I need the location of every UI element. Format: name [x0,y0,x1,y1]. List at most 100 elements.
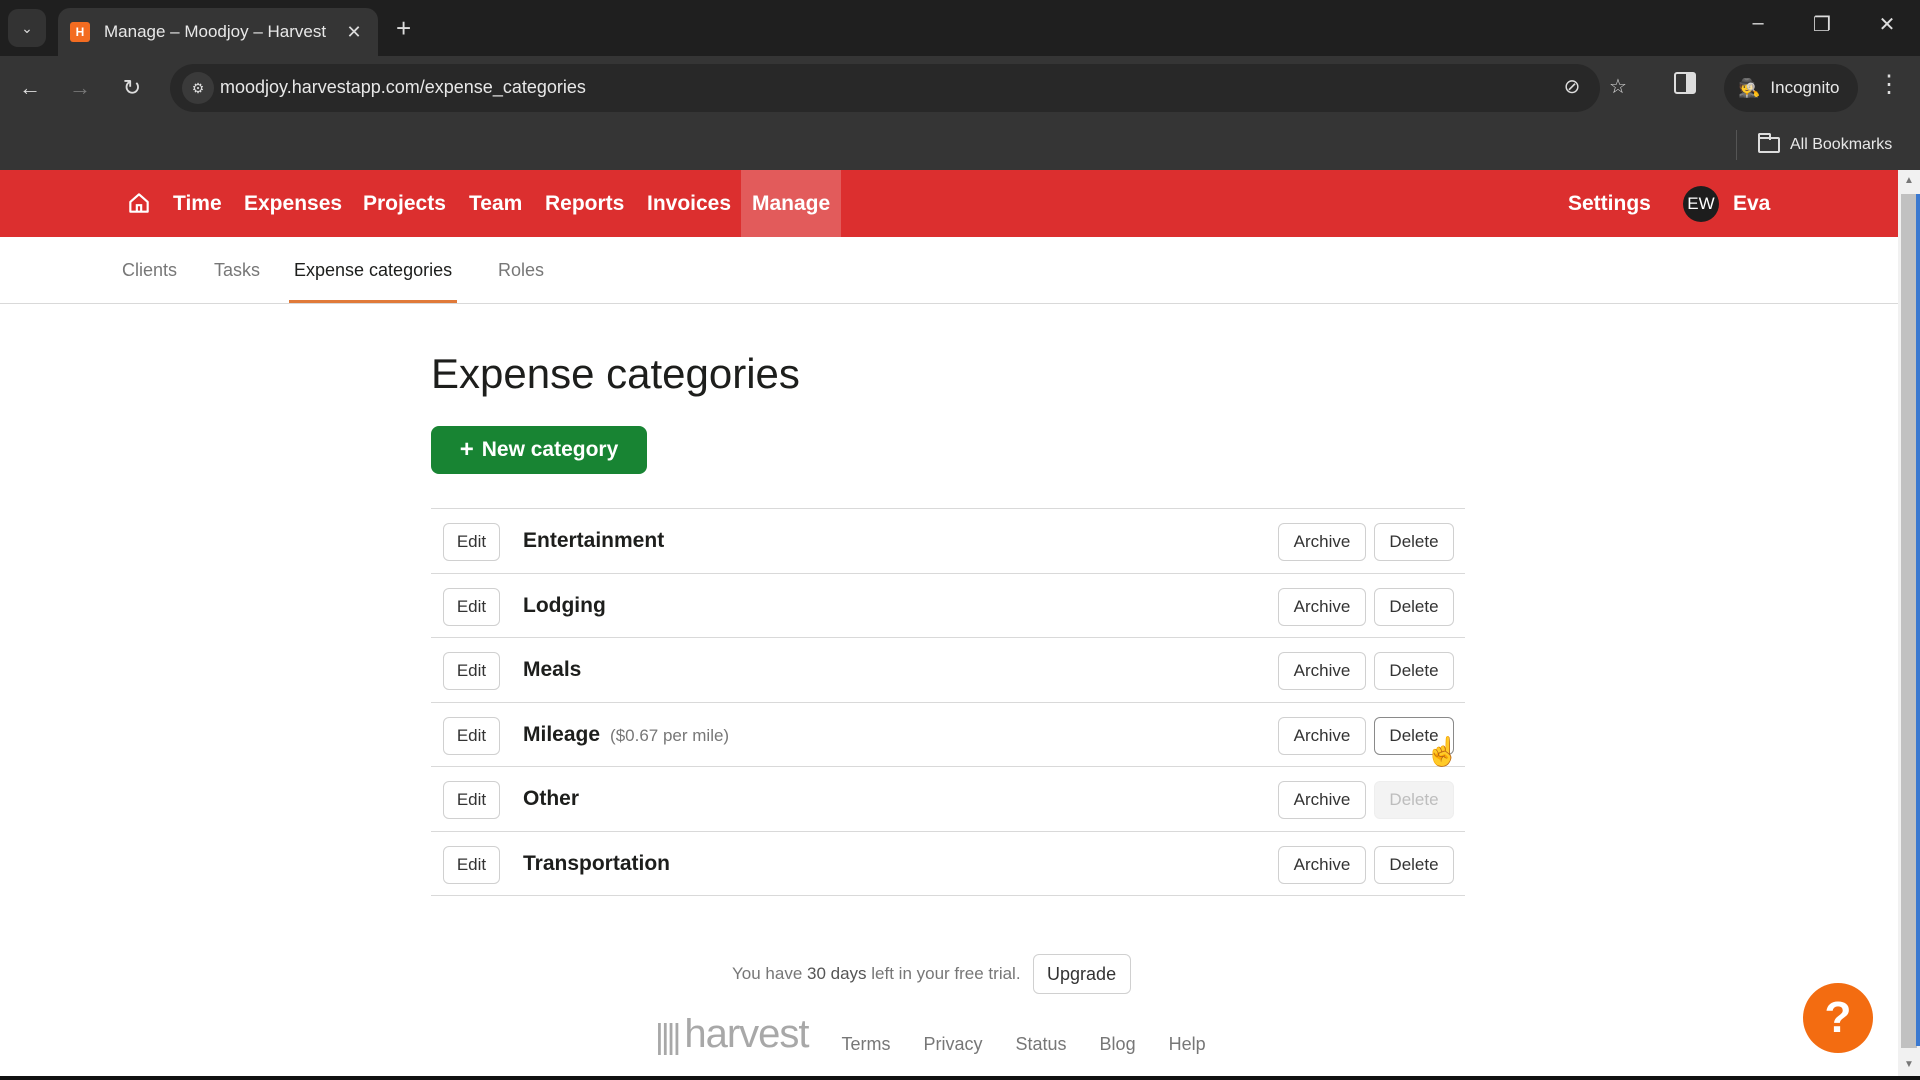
trial-days: 30 days [807,964,867,983]
side-panel-icon[interactable] [1674,72,1696,94]
delete-button[interactable]: Delete [1374,652,1454,690]
nav-manage[interactable]: Manage [741,170,842,237]
tab-clients[interactable]: Clients [117,237,182,303]
archive-button[interactable]: Archive [1278,587,1366,626]
new-tab-button[interactable]: + [396,14,411,42]
help-button[interactable]: ? [1803,983,1873,1053]
eye-off-icon[interactable]: ⊘ [1558,74,1586,99]
delete-button[interactable]: Delete [1374,523,1454,561]
category-name: Entertainment [523,509,674,573]
tab-tasks[interactable]: Tasks [209,237,265,303]
category-name-text: Other [523,787,580,810]
tab-search-button[interactable]: ⌄ [8,9,46,47]
footer-link-privacy[interactable]: Privacy [924,1034,983,1057]
tab-title: Manage – Moodjoy – Harvest [104,22,327,41]
minimize-button[interactable]: – [1738,12,1778,35]
nav-reports[interactable]: Reports [534,170,635,237]
footer-link-blog[interactable]: Blog [1100,1034,1136,1057]
home-icon[interactable] [126,190,152,216]
edit-button[interactable]: Edit [443,587,500,626]
restore-button[interactable]: ❐ [1802,12,1842,37]
edit-button[interactable]: Edit [443,523,500,561]
harvest-logo[interactable]: |||| harvest [655,1012,810,1057]
footer-link-terms[interactable]: Terms [842,1034,891,1057]
main-nav: Time Expenses Projects Team Reports Invo… [0,170,1898,237]
reload-button[interactable]: ↻ [116,72,148,104]
archive-button[interactable]: Archive [1278,845,1366,884]
delete-button[interactable]: Delete [1374,781,1454,819]
avatar[interactable]: EW [1683,186,1719,222]
user-menu[interactable]: Eva [1733,170,1770,237]
category-name: Mileage ($0.67 per mile) [523,703,729,767]
folder-icon [1758,133,1780,153]
footer: |||| harvest Terms Privacy Status Blog H… [655,1012,1206,1057]
category-name-text: Mileage [523,722,601,746]
nav-expenses[interactable]: Expenses [233,170,353,237]
archive-button[interactable]: Archive [1278,523,1366,561]
upgrade-button[interactable]: Upgrade [1032,954,1131,994]
all-bookmarks-button[interactable]: All Bookmarks [1758,130,1892,160]
nav-projects[interactable]: Projects [352,170,457,237]
edit-button[interactable]: Edit [443,781,500,819]
archive-button[interactable]: Archive [1278,716,1366,755]
chevron-down-icon: ⌄ [21,19,33,36]
delete-button[interactable]: Delete [1374,587,1454,626]
incognito-label: Incognito [1770,78,1840,97]
browser-toolbar: ← → ↻ ⚙ moodjoy.harvestapp.com/expense_c… [0,56,1920,120]
harvest-favicon-icon: H [70,22,90,42]
incognito-badge[interactable]: 🕵 Incognito [1724,64,1858,112]
nav-invoices[interactable]: Invoices [636,170,742,237]
nav-settings[interactable]: Settings [1568,170,1651,237]
browser-menu-icon[interactable]: ⋮ [1876,70,1902,99]
harvest-logo-text: harvest [684,1012,809,1056]
page-title: Expense categories [431,350,800,397]
footer-link-status[interactable]: Status [1016,1034,1067,1057]
close-tab-icon[interactable]: ✕ [342,22,366,43]
category-row: Edit Entertainment Archive Delete [431,509,1465,574]
scroll-down-arrow-icon[interactable]: ▼ [1898,1056,1920,1074]
bookmark-star-icon[interactable]: ☆ [1604,74,1632,99]
address-bar[interactable]: ⚙ moodjoy.harvestapp.com/expense_categor… [170,64,1627,112]
edit-button[interactable]: Edit [443,845,500,884]
category-name-text: Transportation [523,851,671,875]
incognito-icon: 🕵 [1738,77,1761,98]
category-name: Lodging [523,574,616,638]
sub-nav: Clients Tasks Expense categories Roles [0,237,1898,304]
delete-button[interactable]: Delete [1374,845,1454,884]
trial-text: You have 30 days left in your free trial… [732,964,1021,984]
archive-button[interactable]: Archive [1278,781,1366,819]
hand-cursor-icon: ☝ [1425,736,1460,767]
back-button[interactable]: ← [14,72,46,104]
page-scrollbar[interactable]: ▲ ▼ [1898,170,1920,1076]
footer-link-help[interactable]: Help [1169,1034,1206,1057]
category-list: Edit Entertainment Archive Delete Edit L… [431,508,1465,896]
url-text[interactable]: moodjoy.harvestapp.com/expense_categorie… [220,77,586,98]
scroll-up-arrow-icon[interactable]: ▲ [1898,172,1920,190]
edit-button[interactable]: Edit [443,652,500,690]
window-close-button[interactable]: ✕ [1867,12,1907,37]
category-name-text: Lodging [523,593,606,617]
harvest-logo-icon: |||| [655,1018,681,1056]
new-category-label: New category [481,438,619,461]
nav-team[interactable]: Team [458,170,533,237]
bookmarks-bar: All Bookmarks [0,120,1920,170]
category-row: Edit Meals Archive Delete [431,638,1465,703]
browser-tab-strip: ⌄ H Manage – Moodjoy – Harvest ✕ + – ❐ ✕ [0,0,1920,56]
scroll-thumb[interactable] [1901,194,1917,1048]
category-row: Edit Other Archive Delete [431,767,1465,832]
tab-roles[interactable]: Roles [493,237,549,303]
new-category-button[interactable]: + New category [431,426,647,474]
tab-expense-categories[interactable]: Expense categories [289,237,458,303]
category-note: ($0.67 per mile) [610,725,730,745]
bookmarks-divider [1736,130,1737,160]
edit-button[interactable]: Edit [443,716,500,755]
archive-button[interactable]: Archive [1278,652,1366,690]
forward-button[interactable]: → [64,72,96,104]
screen-bottom-edge [0,1076,1920,1080]
site-info-icon[interactable]: ⚙ [182,72,214,104]
nav-time[interactable]: Time [162,170,233,237]
browser-tab[interactable]: H Manage – Moodjoy – Harvest ✕ [58,8,378,56]
category-row: Edit Transportation Archive Delete [431,832,1465,896]
scroll-indicator [1916,194,1920,1046]
trial-prefix: You have [732,964,807,983]
